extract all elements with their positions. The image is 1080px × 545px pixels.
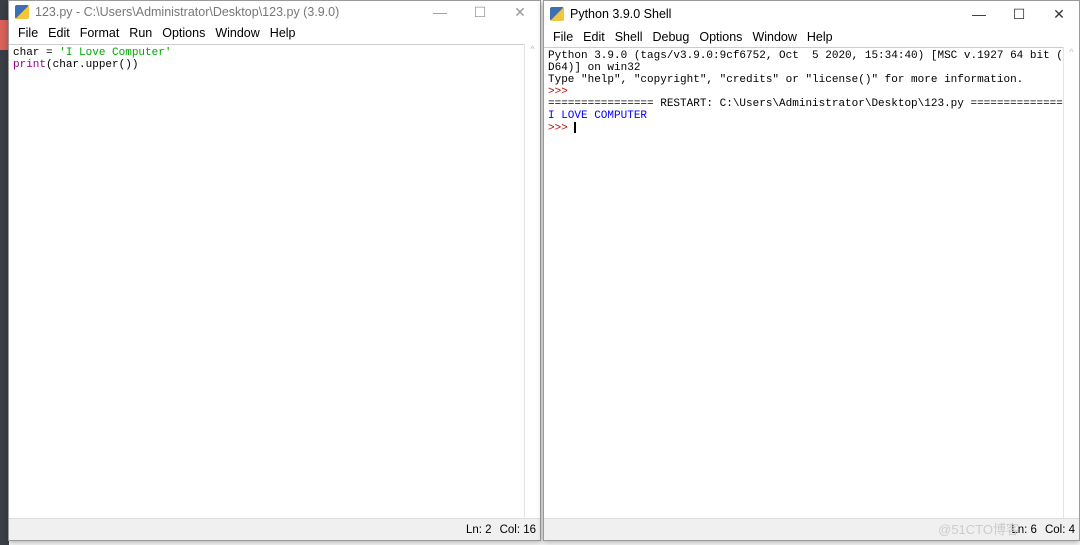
window-title: Python 3.9.0 Shell (570, 7, 672, 21)
banner-line: Python 3.9.0 (tags/v3.9.0:9cf6752, Oct 5… (548, 50, 1077, 62)
menu-bar: File Edit Format Run Options Window Help (9, 23, 540, 43)
close-button[interactable]: ✕ (1039, 6, 1079, 23)
string-literal: 'I Love Computer' (59, 47, 172, 59)
menu-window[interactable]: Window (747, 30, 801, 44)
maximize-button[interactable]: ☐ (999, 6, 1039, 23)
menu-help[interactable]: Help (802, 30, 838, 44)
menu-options[interactable]: Options (157, 26, 210, 40)
status-bar: Ln: 2 Col: 16 (9, 518, 540, 540)
editor-window: 123.py - C:\Users\Administrator\Desktop\… (8, 0, 541, 541)
menu-file[interactable]: File (548, 30, 578, 44)
menu-bar: File Edit Shell Debug Options Window Hel… (544, 27, 1079, 47)
menu-format[interactable]: Format (75, 26, 125, 40)
close-button[interactable]: ✕ (500, 4, 540, 21)
menu-edit[interactable]: Edit (578, 30, 610, 44)
column-number: Col: 16 (499, 523, 536, 536)
watermark: @51CTO博客 (938, 522, 1019, 537)
shell-window: Python 3.9.0 Shell — ☐ ✕ File Edit Shell… (543, 0, 1080, 541)
prompt: >>> (548, 86, 575, 98)
column-number: Col: 4 (1044, 523, 1075, 536)
menu-shell[interactable]: Shell (610, 30, 648, 44)
code-text: char = (13, 47, 60, 59)
shell-output[interactable]: Python 3.9.0 (tags/v3.9.0:9cf6752, Oct 5… (544, 47, 1076, 518)
menu-debug[interactable]: Debug (648, 30, 695, 44)
idle-file-icon (15, 5, 29, 19)
menu-file[interactable]: File (13, 26, 43, 40)
program-output: I LOVE COMPUTER (548, 110, 648, 122)
maximize-button[interactable]: ☐ (460, 4, 500, 21)
idle-shell-icon (550, 7, 564, 21)
minimize-button[interactable]: — (420, 4, 460, 20)
text-cursor (574, 122, 577, 133)
menu-help[interactable]: Help (265, 26, 301, 40)
line-number: Ln: 2 (465, 523, 492, 536)
title-bar[interactable]: Python 3.9.0 Shell — ☐ ✕ (544, 1, 1079, 27)
menu-window[interactable]: Window (210, 26, 264, 40)
menu-run[interactable]: Run (124, 26, 157, 40)
minimize-button[interactable]: — (959, 6, 999, 22)
banner-line: D64)] on win32 (548, 62, 641, 74)
vertical-scrollbar[interactable]: ^ (524, 44, 540, 518)
window-title: 123.py - C:\Users\Administrator\Desktop\… (35, 5, 340, 19)
title-bar[interactable]: 123.py - C:\Users\Administrator\Desktop\… (9, 1, 540, 23)
prompt: >>> (548, 122, 575, 135)
restart-line: ================ RESTART: C:\Users\Admin… (548, 98, 1077, 110)
builtin-keyword: print (13, 59, 47, 71)
menu-options[interactable]: Options (694, 30, 747, 44)
vertical-scrollbar[interactable]: ^ (1063, 47, 1079, 518)
code-editor[interactable]: char = 'I Love Computer' print(char.uppe… (9, 44, 524, 518)
menu-edit[interactable]: Edit (43, 26, 75, 40)
banner-line: Type "help", "copyright", "credits" or "… (548, 74, 1024, 86)
code-text: (char.upper()) (46, 59, 139, 71)
